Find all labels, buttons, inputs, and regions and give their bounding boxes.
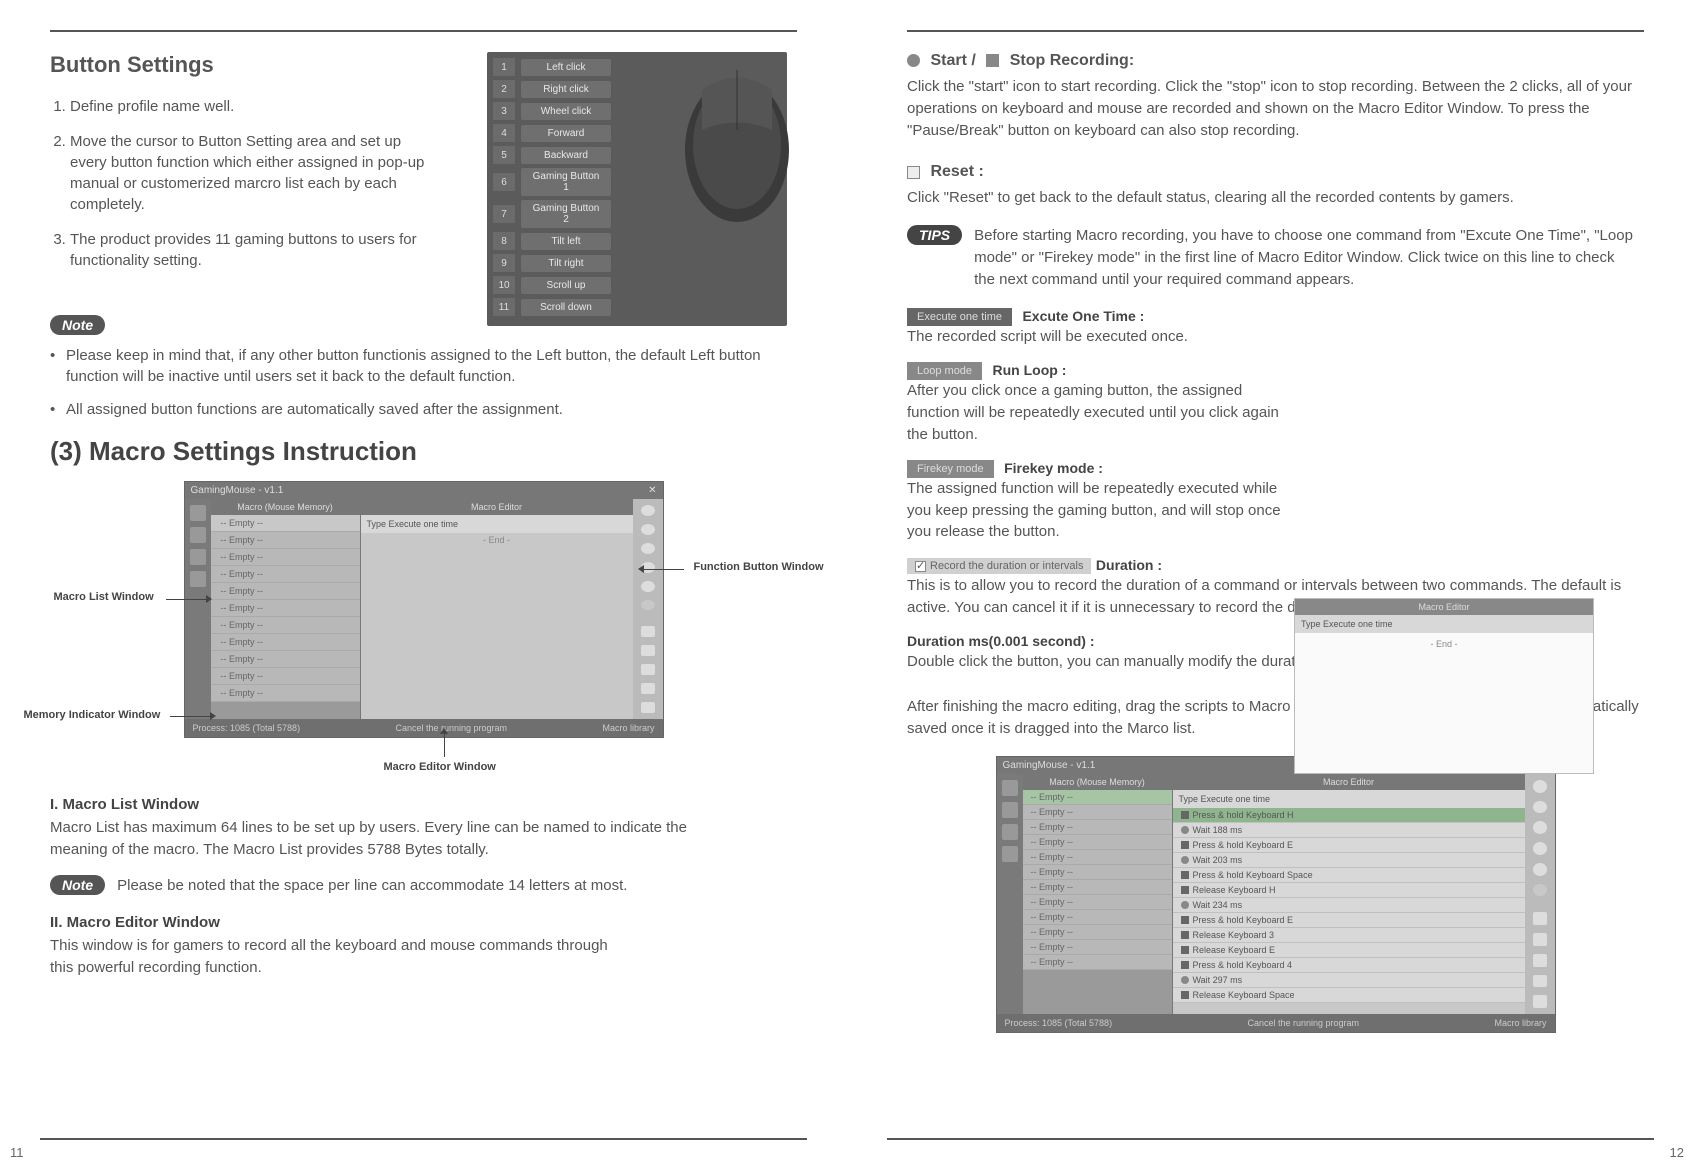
steps-list: Define profile name well. Move the curso…	[50, 96, 465, 271]
start-icon	[907, 54, 920, 67]
sec1-body: Macro List has maximum 64 lines to be se…	[50, 817, 730, 861]
macro-editor-mini: Macro Editor Type Execute one time - End…	[1294, 598, 1594, 774]
callout-fn: Function Button Window	[693, 561, 823, 573]
macro-figure-filled: GamingMouse - v1.1✕ Macro (Mouse Memory)…	[996, 756, 1556, 1033]
page-number-left: 11	[10, 1145, 24, 1160]
tips-badge: TIPS	[907, 225, 962, 245]
callout-macro-list: Macro List Window	[54, 591, 154, 603]
page-number-right: 12	[1670, 1145, 1684, 1160]
right-page: Start / Stop Recording: Click the "start…	[847, 0, 1694, 1164]
loop-mode-tag: Loop mode	[907, 362, 982, 380]
note-badge-2: Note	[50, 875, 105, 895]
callout-editor: Macro Editor Window	[384, 761, 496, 773]
sec2-heading: II. Macro Editor Window	[50, 914, 797, 931]
button-settings-heading: Button Settings	[50, 52, 465, 78]
execute-once-tag: Execute one time	[907, 308, 1012, 326]
duration-tag: Record the duration or intervals	[907, 558, 1091, 574]
callout-memory: Memory Indicator Window	[24, 709, 161, 721]
left-page: Button Settings Define profile name well…	[0, 0, 847, 1164]
sec2-body: This window is for gamers to record all …	[50, 935, 610, 979]
reset-icon	[907, 166, 920, 179]
stop-icon	[986, 54, 999, 67]
note2-text: Please be noted that the space per line …	[117, 875, 627, 897]
macro-figure: GamingMouse - v1.1✕ Macro (Mouse Memory)…	[184, 481, 664, 738]
mouse-illustration	[672, 60, 802, 225]
note-bullets: Please keep in mind that, if any other b…	[50, 345, 797, 420]
note-badge: Note	[50, 315, 105, 335]
firekey-mode-tag: Firekey mode	[907, 460, 994, 478]
macro-settings-heading: (3) Macro Settings Instruction	[50, 436, 797, 467]
sec1-heading: I. Macro List Window	[50, 796, 797, 813]
